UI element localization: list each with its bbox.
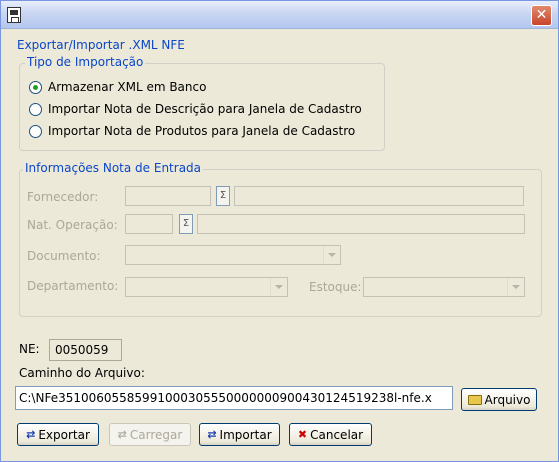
export-icon: ⇄ xyxy=(26,428,36,441)
import-icon: ⇄ xyxy=(207,428,217,441)
export-import-legend: Exportar/Importar .XML NFE xyxy=(15,38,187,52)
radio-label: Importar Nota de Produtos para Janela de… xyxy=(48,124,356,138)
documento-select[interactable] xyxy=(125,245,341,265)
file-path-input[interactable]: C:\NFe3510060558599100030555000000090043… xyxy=(15,386,453,410)
nat-operacao-desc-field[interactable] xyxy=(197,214,525,234)
exportar-button[interactable]: ⇄ Exportar xyxy=(17,423,99,446)
path-label: Caminho do Arquivo: xyxy=(19,366,145,380)
import-type-legend: Tipo de Importação xyxy=(25,55,146,69)
radio-button[interactable] xyxy=(29,124,42,138)
exportar-button-label: Exportar xyxy=(38,427,90,442)
estoque-select[interactable] xyxy=(363,277,525,297)
estoque-label: Estoque: xyxy=(309,280,362,294)
folder-icon xyxy=(467,394,482,405)
importar-button-label: Importar xyxy=(219,427,272,442)
arquivo-button[interactable]: Arquivo xyxy=(461,388,537,411)
documento-label: Documento: xyxy=(27,249,101,263)
fornecedor-label: Fornecedor: xyxy=(27,190,99,204)
cancelar-button-label: Cancelar xyxy=(310,427,364,442)
radio-importar-produtos[interactable]: Importar Nota de Produtos para Janela de… xyxy=(29,123,355,139)
chevron-down-icon xyxy=(323,246,340,264)
load-icon: ⇄ xyxy=(117,428,127,441)
radio-label: Importar Nota de Descrição para Janela d… xyxy=(48,102,362,116)
ne-label: NE: xyxy=(19,342,40,356)
importar-button[interactable]: ⇄ Importar xyxy=(199,423,280,446)
radio-button[interactable] xyxy=(29,102,42,116)
chevron-down-icon xyxy=(507,278,524,296)
title-bar[interactable]: ✕ xyxy=(1,1,558,29)
fornecedor-code-field[interactable] xyxy=(125,186,211,206)
carregar-button-label: Carregar xyxy=(129,427,183,442)
fornecedor-lookup-button[interactable]: Ʃ xyxy=(216,186,230,206)
cancelar-button[interactable]: ✖ Cancelar xyxy=(289,423,372,446)
chevron-down-icon xyxy=(270,278,287,296)
dialog-window: ✕ Exportar/Importar .XML NFE Tipo de Imp… xyxy=(0,0,559,462)
fornecedor-name-field[interactable] xyxy=(234,186,524,206)
arquivo-button-label: Arquivo xyxy=(484,392,531,407)
radio-button-checked[interactable] xyxy=(29,80,42,94)
radio-armazenar-xml[interactable]: Armazenar XML em Banco xyxy=(29,79,206,95)
floppy-disk-icon xyxy=(7,7,21,23)
close-button[interactable]: ✕ xyxy=(531,5,552,26)
nat-operacao-code-field[interactable] xyxy=(125,214,173,234)
nat-operacao-label: Nat. Operação: xyxy=(27,218,118,232)
entry-info-legend: Informações Nota de Entrada xyxy=(23,161,204,175)
ne-value: 0050059 xyxy=(49,339,122,361)
departamento-label: Departamento: xyxy=(27,279,119,293)
nat-operacao-lookup-button[interactable]: Ʃ xyxy=(179,214,193,234)
carregar-button[interactable]: ⇄ Carregar xyxy=(109,423,191,446)
radio-importar-descricao[interactable]: Importar Nota de Descrição para Janela d… xyxy=(29,101,362,117)
cancel-icon: ✖ xyxy=(297,428,308,441)
radio-label: Armazenar XML em Banco xyxy=(48,80,207,94)
departamento-select[interactable] xyxy=(125,277,288,297)
